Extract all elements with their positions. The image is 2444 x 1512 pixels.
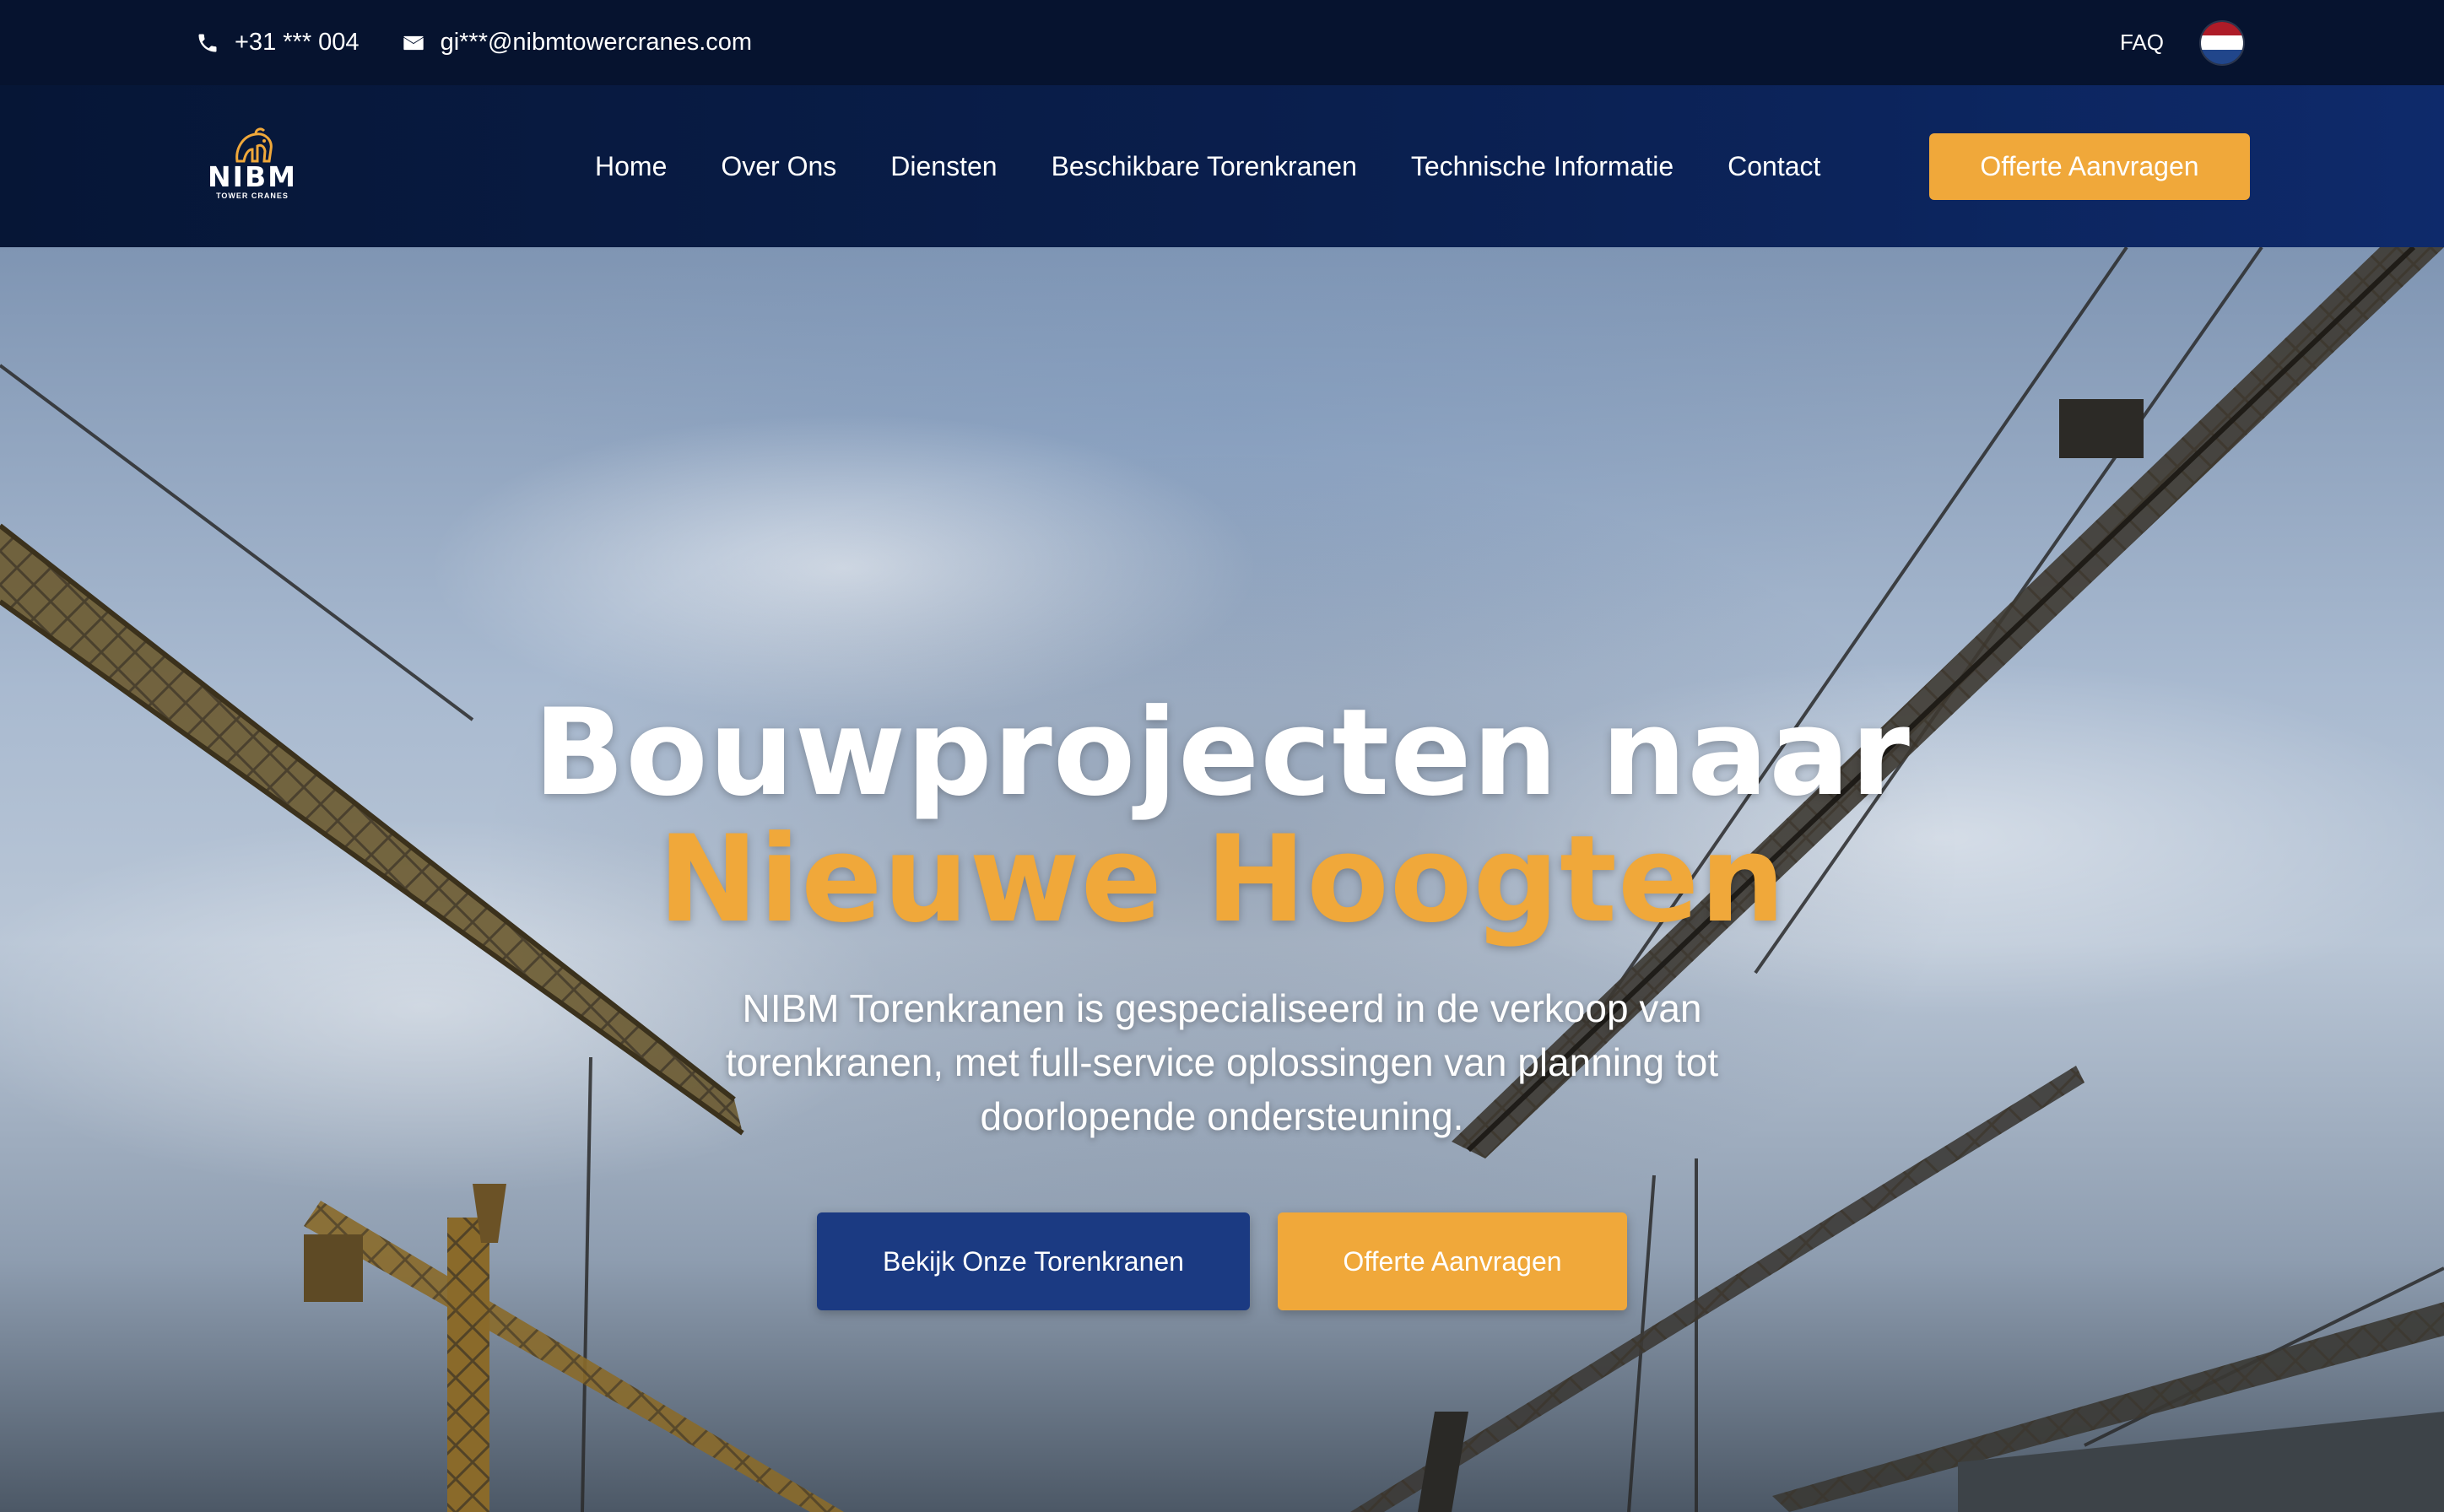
top-contact-bar: +31 *** 004 gi***@nibmtowercranes.com FA… (0, 0, 2444, 85)
logo-subtitle: TOWER CRANES (216, 192, 289, 200)
elephant-logo-icon (235, 127, 273, 163)
contact-info: +31 *** 004 gi***@nibmtowercranes.com (196, 0, 752, 85)
nav-contact[interactable]: Contact (1728, 151, 1820, 182)
logo-brand: NIBM (208, 160, 297, 193)
hero-title: Bouwprojecten naar Nieuwe Hoogten (0, 690, 2444, 943)
nav-diensten[interactable]: Diensten (890, 151, 997, 182)
primary-nav: Home Over Ons Diensten Beschikbare Toren… (595, 85, 1820, 247)
main-navbar: NIBM TOWER CRANES Home Over Ons Diensten… (0, 85, 2444, 247)
hero-subtitle: NIBM Torenkranen is gespecialiseerd in d… (725, 986, 1719, 1138)
nibm-logo[interactable]: NIBM TOWER CRANES (206, 124, 299, 208)
phone-icon (198, 34, 217, 51)
nav-beschikbare-torenkranen[interactable]: Beschikbare Torenkranen (1052, 151, 1357, 182)
topbar-right: FAQ (2120, 0, 2243, 85)
faq-link[interactable]: FAQ (2120, 30, 2164, 56)
hero-title-line2: Nieuwe Hoogten (657, 810, 1787, 949)
quote-request-button[interactable]: Offerte Aanvragen (1929, 133, 2250, 200)
envelope-icon (403, 35, 424, 50)
nav-home[interactable]: Home (595, 151, 667, 182)
phone-number: +31 *** 004 (235, 29, 360, 56)
nav-technische-informatie[interactable]: Technische Informatie (1411, 151, 1673, 182)
nl-flag-icon[interactable] (2201, 21, 2243, 64)
view-cranes-button[interactable]: Bekijk Onze Torenkranen (817, 1212, 1250, 1310)
phone-link[interactable]: +31 *** 004 (196, 29, 360, 57)
nav-over-ons[interactable]: Over Ons (721, 151, 836, 182)
email-address: gi***@nibmtowercranes.com (440, 29, 753, 56)
hero-quote-request-button[interactable]: Offerte Aanvragen (1278, 1212, 1627, 1310)
hero-title-line1: Bouwprojecten naar (533, 683, 1911, 823)
email-link[interactable]: gi***@nibmtowercranes.com (402, 29, 753, 57)
hero-section: Bouwprojecten naar Nieuwe Hoogten NIBM T… (0, 247, 2444, 1512)
